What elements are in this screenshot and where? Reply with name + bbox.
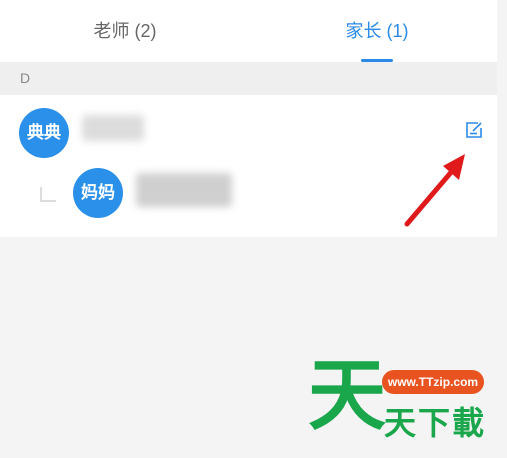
- edit-icon[interactable]: [464, 120, 484, 140]
- watermark-url: www.TTzip.com: [382, 370, 484, 394]
- parent-name-redacted: [136, 173, 232, 207]
- watermark-logo: 天: [308, 351, 387, 441]
- tree-connector: [40, 187, 56, 202]
- tab-parents[interactable]: 家长 (1): [292, 0, 462, 62]
- section-letter: D: [20, 70, 31, 86]
- watermark-text: 天下載: [384, 404, 487, 442]
- tab-teachers[interactable]: 老师 (2): [40, 0, 210, 62]
- tab-bar: 老师 (2) 家长 (1): [0, 0, 497, 62]
- red-arrow-icon: [404, 154, 465, 227]
- section-header: D: [0, 62, 497, 95]
- child-avatar[interactable]: 典典: [19, 108, 69, 158]
- child-name-redacted: [82, 115, 144, 141]
- parent-avatar[interactable]: 妈妈: [73, 168, 123, 218]
